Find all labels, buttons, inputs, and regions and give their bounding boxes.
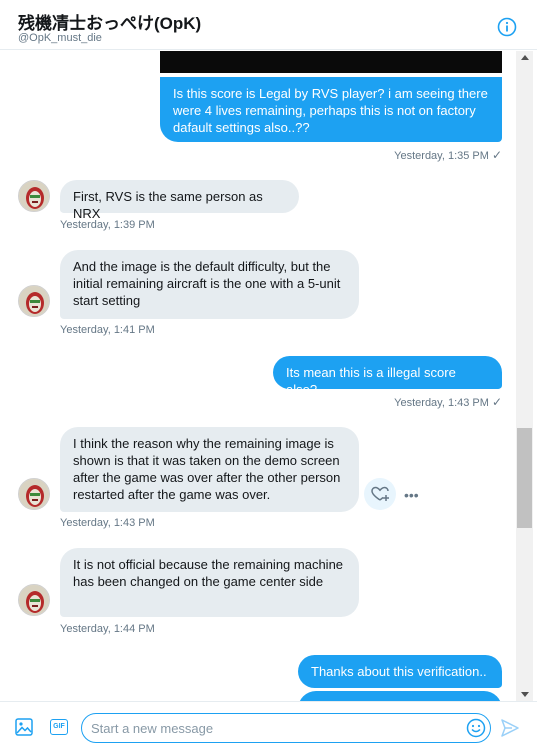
- read-check-icon: ✓: [491, 395, 502, 409]
- timestamp-text: Yesterday, 1:41 PM: [60, 324, 155, 336]
- conversation-title[interactable]: 残機凊士おっぺけ(OpK): [18, 9, 201, 34]
- avatar[interactable]: [18, 584, 50, 616]
- send-icon[interactable]: [500, 718, 520, 738]
- message-bubble-incoming[interactable]: I think the reason why the remaining ima…: [60, 427, 359, 512]
- timestamp-text: Yesterday, 1:43 PM: [394, 397, 489, 409]
- message-text: Is this score is Legal by RVS player? i …: [173, 86, 488, 135]
- message-text: It is not official because the remaining…: [73, 557, 344, 589]
- timestamp-text: Yesterday, 1:35 PM: [394, 150, 489, 162]
- message-bubble-outgoing[interactable]: Thanks about this verification..: [298, 655, 502, 688]
- message-composer: GIF: [0, 701, 537, 747]
- timestamp-text: Yesterday, 1:44 PM: [60, 623, 155, 635]
- avatar[interactable]: [18, 285, 50, 317]
- gif-button[interactable]: GIF: [50, 719, 68, 735]
- message-bubble-incoming[interactable]: And the image is the default difficulty,…: [60, 250, 359, 319]
- emoji-icon[interactable]: [466, 718, 486, 738]
- timestamp-text: Yesterday, 1:39 PM: [60, 219, 155, 231]
- message-bubble-outgoing[interactable]: Its mean this is a illegal score also?: [273, 356, 502, 397]
- info-icon[interactable]: [497, 17, 517, 37]
- react-heart-button[interactable]: [364, 478, 396, 510]
- message-timestamp: Yesterday, 1:43 PM ✓: [380, 395, 502, 409]
- message-text: I think the reason why the remaining ima…: [73, 436, 341, 502]
- heart-plus-icon: [371, 486, 389, 501]
- timestamp-text: Yesterday, 1:43 PM: [60, 517, 155, 529]
- message-bubble-outgoing[interactable]: [298, 691, 502, 701]
- message-timestamp: Yesterday, 1:43 PM: [60, 517, 155, 529]
- message-input[interactable]: [91, 719, 461, 737]
- message-bubble-outgoing[interactable]: Is this score is Legal by RVS player? i …: [160, 77, 502, 142]
- message-text: Thanks about this verification..: [311, 664, 487, 679]
- message-timestamp: Yesterday, 1:39 PM: [60, 219, 155, 231]
- message-list[interactable]: Is this score is Legal by RVS player? i …: [0, 51, 516, 701]
- message-timestamp: Yesterday, 1:44 PM: [60, 623, 155, 635]
- message-bubble-incoming[interactable]: First, RVS is the same person as NRX: [60, 180, 299, 221]
- message-text: And the image is the default difficulty,…: [73, 259, 341, 308]
- scrollbar-thumb[interactable]: [517, 428, 532, 528]
- message-input-container[interactable]: [81, 713, 491, 743]
- scroll-up-arrow-icon[interactable]: [521, 55, 529, 60]
- more-options-button[interactable]: •••: [404, 487, 419, 503]
- message-timestamp: Yesterday, 1:35 PM ✓: [380, 148, 502, 162]
- avatar[interactable]: [18, 478, 50, 510]
- message-bubble-incoming[interactable]: It is not official because the remaining…: [60, 548, 359, 617]
- message-text: First, RVS is the same person as NRX: [73, 189, 263, 221]
- conversation-handle[interactable]: @OpK_must_die: [18, 32, 102, 44]
- scroll-down-arrow-icon[interactable]: [521, 692, 529, 697]
- scrollbar[interactable]: [516, 51, 533, 701]
- attached-image[interactable]: [160, 51, 502, 73]
- message-text: Its mean this is a illegal score also?: [286, 365, 456, 397]
- image-media-icon[interactable]: [15, 718, 33, 736]
- message-timestamp: Yesterday, 1:41 PM: [60, 324, 155, 336]
- conversation-header: 残機凊士おっぺけ(OpK) @OpK_must_die: [0, 0, 537, 50]
- read-check-icon: ✓: [491, 148, 502, 162]
- avatar[interactable]: [18, 180, 50, 212]
